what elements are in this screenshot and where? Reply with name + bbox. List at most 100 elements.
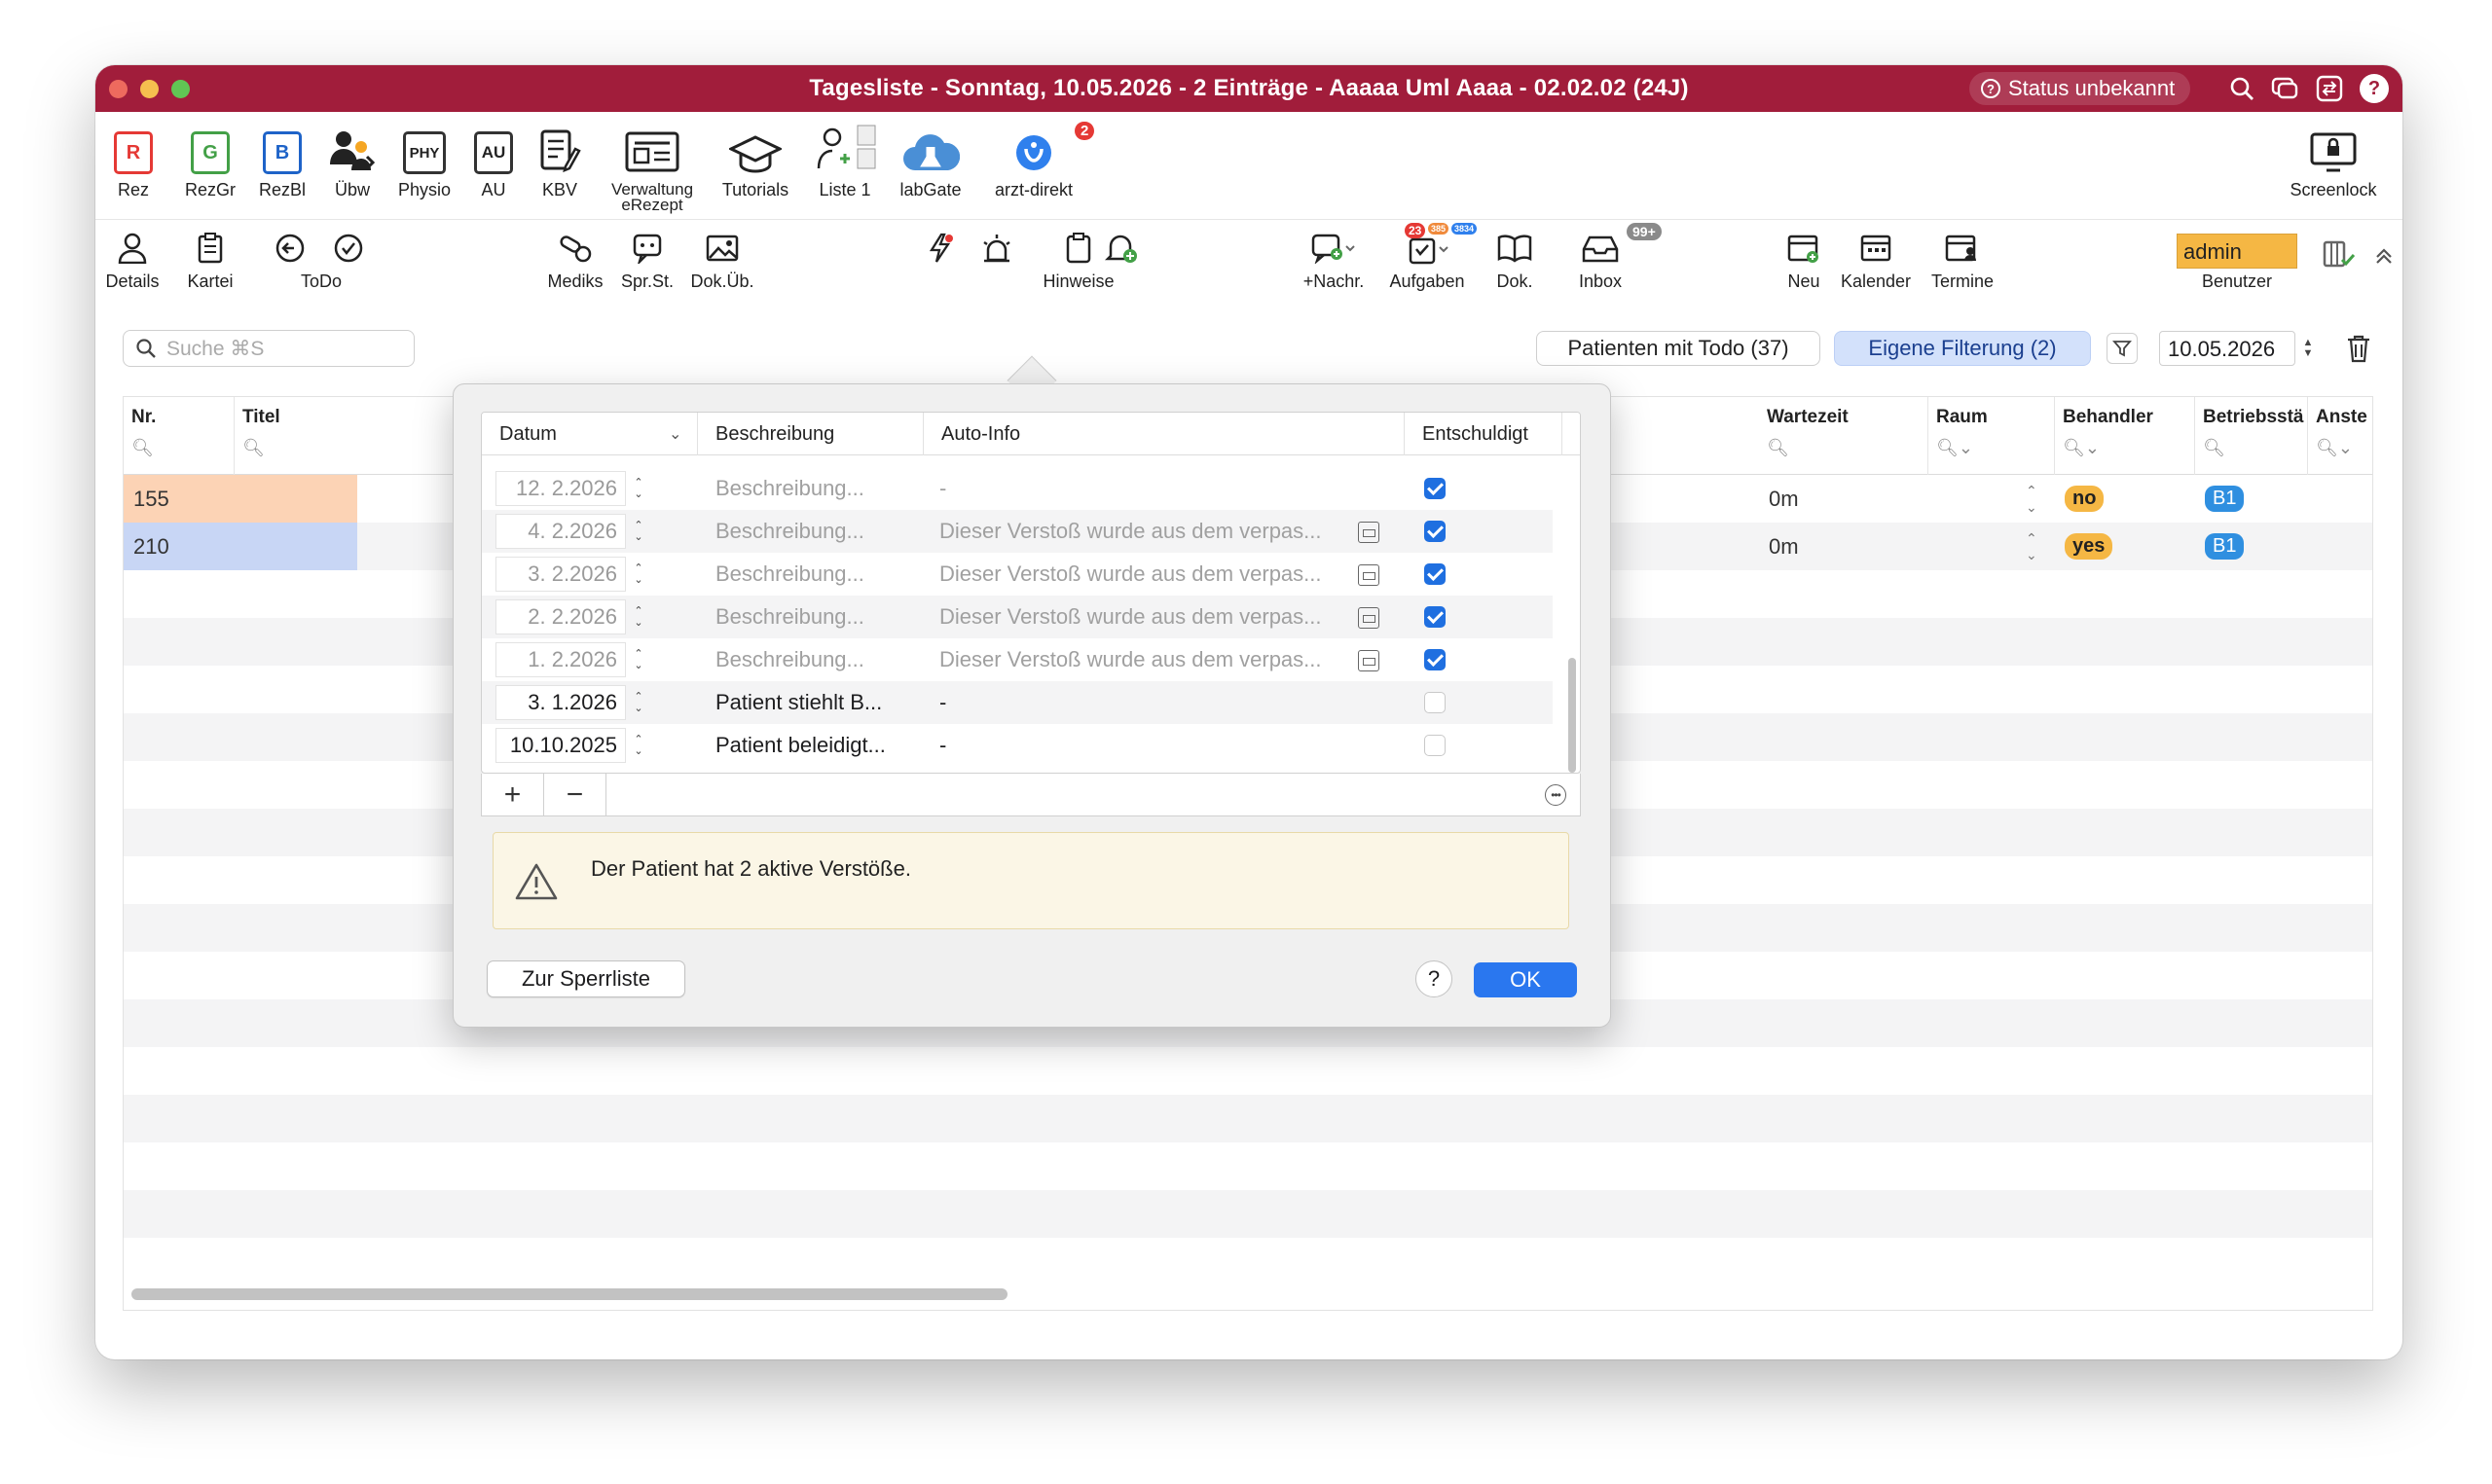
search-input[interactable]: Suche ⌘S: [123, 330, 415, 367]
violation-row[interactable]: 4. 2.2026 ⌃ ⌄ Beschreibung... Dieser Verstoß…: [482, 510, 1553, 553]
toolbar-labgate[interactable]: labGate: [896, 126, 966, 199]
column-entschuldigt[interactable]: Entschuldigt: [1405, 413, 1562, 455]
open-details-icon[interactable]: [1358, 650, 1379, 671]
toolbar-aufgaben[interactable]: 23 385 3834 Aufgaben: [1380, 223, 1478, 292]
excused-checkbox[interactable]: [1424, 563, 1446, 585]
flash-button[interactable]: [921, 231, 960, 266]
add-violation-button[interactable]: +: [482, 774, 544, 816]
column-search-icon[interactable]: 🔍︎: [1767, 438, 1920, 458]
column-search-icon[interactable]: 🔍︎: [242, 438, 459, 458]
description-cell[interactable]: Patient stiehlt B...: [715, 681, 882, 724]
toolbar-verwaltung-erezept[interactable]: Verwaltung eRezept: [602, 126, 703, 213]
open-details-icon[interactable]: [1358, 522, 1379, 543]
column-wartezeit[interactable]: Wartezeit 🔍︎: [1759, 397, 1928, 475]
date-field[interactable]: 12. 2.2026: [495, 471, 626, 506]
violation-row[interactable]: 12. 2.2026 ⌃ ⌄ Beschreibung... -: [482, 467, 1553, 510]
column-nr[interactable]: Nr. 🔍︎: [124, 397, 235, 475]
date-field[interactable]: 4. 2.2026: [495, 514, 626, 549]
violation-row[interactable]: 1. 2.2026 ⌃ ⌄ Beschreibung... Dieser Verstoß…: [482, 638, 1553, 681]
excused-checkbox[interactable]: [1424, 735, 1446, 756]
date-stepper[interactable]: ⌃ ⌄: [630, 472, 647, 505]
toolbar-screenlock[interactable]: Screenlock: [2280, 126, 2387, 199]
patients-with-todo-button[interactable]: Patienten mit Todo (37): [1536, 331, 1820, 366]
excused-checkbox[interactable]: [1424, 478, 1446, 499]
violation-row[interactable]: 3. 1.2026 ⌃ ⌄ Patient stiehlt B... -: [482, 681, 1553, 724]
description-cell[interactable]: Beschreibung...: [715, 467, 864, 510]
todo-back-button[interactable]: [271, 231, 310, 266]
column-search-dropdown-icon[interactable]: 🔍︎⌄: [2316, 438, 2366, 458]
date-stepper[interactable]: ▲ ▼: [2299, 332, 2317, 365]
toolbar-rezbl[interactable]: B RezBl: [253, 126, 312, 199]
column-titel[interactable]: Titel 🔍︎: [235, 397, 468, 475]
column-beschreibung[interactable]: Beschreibung: [698, 413, 924, 455]
toolbar-kartei[interactable]: Kartei: [179, 231, 241, 292]
filter-funnel-button[interactable]: [2107, 333, 2138, 364]
column-datum[interactable]: Datum ⌄: [482, 413, 698, 455]
column-search-icon[interactable]: 🔍︎: [131, 438, 226, 458]
custom-filter-button[interactable]: Eigene Filterung (2): [1834, 331, 2091, 366]
column-raum[interactable]: Raum 🔍︎⌄: [1928, 397, 2055, 475]
todo-check-button[interactable]: [329, 231, 368, 266]
bell-add-button[interactable]: [1102, 231, 1141, 266]
more-options-icon[interactable]: •••: [1545, 784, 1566, 806]
column-behandler[interactable]: Behandler 🔍︎⌄: [2055, 397, 2195, 475]
raum-stepper-icon[interactable]: ⌃ ⌄: [2016, 523, 2037, 570]
column-betriebsstaette[interactable]: Betriebsstä 🔍︎: [2195, 397, 2308, 475]
toolbar-mediks[interactable]: Mediks: [541, 231, 609, 292]
remove-violation-button[interactable]: −: [544, 774, 606, 816]
date-field[interactable]: 2. 2.2026: [495, 599, 626, 634]
collapse-toolbar-button[interactable]: [2369, 240, 2399, 275]
open-details-icon[interactable]: [1358, 607, 1379, 629]
violation-row[interactable]: 10.10.2025 ⌃ ⌄ Patient beleidigt... -: [482, 724, 1553, 767]
toolbar-arzt-direkt[interactable]: 2 arzt-direkt: [973, 122, 1095, 199]
vertical-scrollbar[interactable]: [1568, 658, 1576, 773]
trash-button[interactable]: [2346, 334, 2371, 368]
switch-icon[interactable]: [2315, 74, 2344, 103]
toolbar-kbv[interactable]: KBV: [535, 126, 584, 199]
toolbar-nachricht[interactable]: +Nachr.: [1299, 231, 1369, 292]
excused-checkbox[interactable]: [1424, 649, 1446, 670]
toolbar-neu[interactable]: Neu: [1779, 231, 1828, 292]
network-button[interactable]: [2319, 236, 2358, 271]
description-cell[interactable]: Beschreibung...: [715, 553, 864, 596]
column-search-icon[interactable]: 🔍︎: [2203, 438, 2299, 458]
toolbar-kalender[interactable]: Kalender: [1832, 231, 1920, 292]
open-details-icon[interactable]: [1358, 564, 1379, 586]
toolbar-sprst[interactable]: Spr.St.: [615, 231, 679, 292]
help-button[interactable]: ?: [1415, 960, 1452, 997]
description-cell[interactable]: Beschreibung...: [715, 596, 864, 638]
excused-checkbox[interactable]: [1424, 692, 1446, 713]
zur-sperrliste-button[interactable]: Zur Sperrliste: [487, 960, 685, 997]
horizontal-scrollbar[interactable]: [131, 1288, 1008, 1300]
violation-row[interactable]: 2. 2.2026 ⌃ ⌄ Beschreibung... Dieser Verstoß…: [482, 596, 1553, 638]
date-stepper[interactable]: ⌃ ⌄: [630, 729, 647, 762]
toolbar-liste1[interactable]: Liste 1: [808, 125, 882, 199]
date-stepper[interactable]: ⌃ ⌄: [630, 515, 647, 548]
user-field[interactable]: admin: [2177, 234, 2297, 269]
toolbar-rezgr[interactable]: G RezGr: [181, 126, 239, 199]
toolbar-ubw[interactable]: Übw: [327, 126, 378, 199]
description-cell[interactable]: Patient beleidigt...: [715, 724, 886, 767]
toolbar-dokub[interactable]: Dok.Üb.: [683, 231, 761, 292]
excused-checkbox[interactable]: [1424, 521, 1446, 542]
toolbar-details[interactable]: Details: [101, 231, 164, 292]
toolbar-tutorials[interactable]: Tutorials: [718, 126, 792, 199]
date-stepper[interactable]: ⌃ ⌄: [630, 600, 647, 633]
description-cell[interactable]: Beschreibung...: [715, 510, 864, 553]
date-stepper[interactable]: ⌃ ⌄: [630, 686, 647, 719]
search-icon[interactable]: [2227, 74, 2256, 103]
status-button[interactable]: ? Status unbekannt: [1969, 72, 2191, 105]
toolbar-rez[interactable]: R Rez: [109, 126, 158, 199]
date-field[interactable]: 10.05.2026: [2159, 331, 2295, 366]
toolbar-inbox[interactable]: 99+ Inbox: [1563, 223, 1662, 292]
ok-button[interactable]: OK: [1474, 962, 1577, 997]
toolbar-dok[interactable]: Dok.: [1485, 231, 1544, 292]
toolbar-au[interactable]: AU AU: [469, 126, 518, 199]
date-field[interactable]: 3. 1.2026: [495, 685, 626, 720]
chat-icon[interactable]: [2270, 74, 2299, 103]
date-stepper[interactable]: ⌃ ⌄: [630, 643, 647, 676]
raum-stepper-icon[interactable]: ⌃ ⌄: [2016, 475, 2037, 523]
excused-checkbox[interactable]: [1424, 606, 1446, 628]
column-autoinfo[interactable]: Auto-Info: [924, 413, 1405, 455]
date-stepper[interactable]: ⌃ ⌄: [630, 558, 647, 591]
